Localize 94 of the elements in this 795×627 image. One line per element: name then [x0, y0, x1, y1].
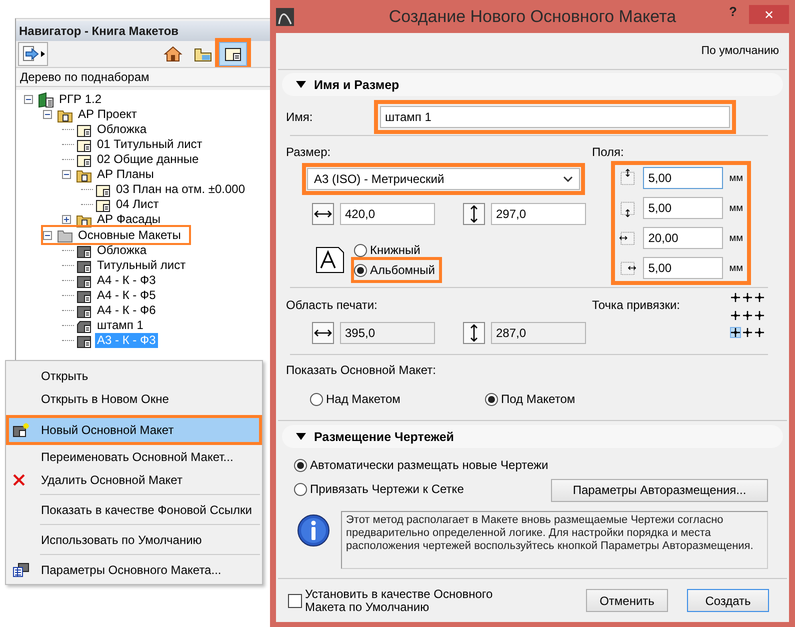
radio-checked-icon[interactable] [354, 264, 367, 276]
house-icon [163, 45, 183, 63]
unit-label: мм [729, 262, 743, 274]
anchor-point[interactable] [742, 292, 753, 303]
new-page-icon [12, 422, 30, 438]
width-field[interactable]: 420,0 [340, 203, 435, 225]
field-label: Имя: [286, 110, 314, 124]
menu-item[interactable]: Новый Основной Макет [6, 415, 262, 445]
anchor-point[interactable] [754, 327, 765, 338]
collapse-icon[interactable] [43, 230, 52, 240]
print-height-field[interactable]: 287,0 [491, 322, 586, 344]
collapse-icon[interactable] [43, 110, 52, 119]
menu-item[interactable]: Параметры Основного Макета... [6, 558, 262, 581]
anchor-point[interactable] [754, 292, 765, 303]
margin-field[interactable]: 20,00 [643, 227, 724, 249]
tree-item[interactable]: АР Проект [43, 106, 139, 122]
collapse-icon[interactable] [24, 95, 33, 104]
view-selector[interactable]: Дерево по поднаборам [16, 67, 270, 87]
field-label: Размер: [286, 146, 332, 159]
margin-field[interactable]: 5,00 [643, 167, 724, 189]
anchor-point[interactable] [730, 327, 741, 338]
radio-unchecked-icon[interactable] [294, 482, 307, 496]
radio-unchecked-icon[interactable] [310, 392, 323, 406]
radio-button[interactable]: Над Макетом [310, 389, 400, 409]
collapse-icon[interactable] [62, 170, 71, 179]
tree-item[interactable]: Обложка [62, 122, 149, 138]
menu-item[interactable]: Показать в качестве Фоновой Ссылки [6, 498, 262, 521]
menu-item[interactable]: Использовать по Умолчанию [6, 528, 262, 551]
autoplacement-settings-button[interactable]: Параметры Авторазмещения... [551, 478, 768, 502]
radio-button[interactable]: Привязать Чертежи к Сетке [294, 479, 464, 499]
help-button[interactable]: ? [729, 4, 737, 19]
panel-title: Навигатор - Книга Макетов [16, 21, 270, 41]
menu-item[interactable]: Удалить Основной Макет [6, 468, 262, 491]
defaults-link[interactable]: По умолчанию [701, 45, 779, 57]
radio-button[interactable]: Под Макетом [485, 389, 576, 409]
print-width-field[interactable]: 395,0 [340, 322, 435, 344]
checkbox-icon[interactable] [288, 594, 302, 608]
radio-checked-icon[interactable] [485, 392, 498, 406]
page-icon [12, 562, 30, 578]
cross-icon [12, 472, 26, 486]
margin-field[interactable]: 5,00 [643, 257, 724, 279]
tree-item[interactable]: 03 План на отм. ±0.000 [81, 182, 248, 198]
tree-item[interactable]: Титульный лист [62, 258, 188, 274]
unit-label: мм [729, 172, 743, 184]
height-field[interactable]: 297,0 [491, 203, 586, 225]
tree-item[interactable]: A4 - К - Ф3 [62, 272, 158, 288]
caret-icon [40, 51, 44, 57]
checkbox[interactable]: Установить в качестве Основного Макета по Умолчанию [288, 588, 505, 614]
tree-item[interactable]: штамп 1 [62, 318, 146, 334]
anchor-point[interactable] [742, 310, 753, 321]
field-label: Показать Основной Макет: [286, 364, 437, 377]
tree-item[interactable]: РГР 1.2 [24, 92, 104, 108]
tree-item[interactable]: Обложка [62, 242, 149, 258]
tree-item[interactable]: A4 - К - Ф5 [62, 288, 158, 304]
close-button[interactable]: ✕ [749, 5, 789, 24]
radio-button[interactable]: Автоматически размещать новые Чертежи [294, 455, 548, 475]
menu-item[interactable]: Переименовать Основной Макет... [6, 445, 262, 468]
tree-item[interactable]: 04 Лист [81, 196, 161, 212]
page-orientation-icon [315, 246, 345, 274]
unit-label: мм [729, 232, 743, 244]
dialog-button[interactable]: Отменить [586, 589, 668, 612]
menu-item[interactable]: Открыть [6, 364, 262, 387]
page-icon [223, 45, 243, 63]
info-text: Этот метод располагает в Макете вновь размещаемые Чертежи согласно предварительно определенной логике. Для настройки порядка и места расположения чертежей воспользуйтесь кнопкой Параметры Авторазмещения. [341, 511, 768, 569]
app-icon [276, 8, 294, 26]
tree-item[interactable]: АР Планы [62, 166, 156, 182]
dialog-button[interactable]: Создать [687, 589, 769, 612]
radio-button[interactable]: Альбомный [354, 260, 440, 280]
export-button[interactable] [18, 42, 48, 66]
page-arrow-icon [22, 45, 40, 63]
radio-checked-icon[interactable] [294, 458, 307, 472]
tree-item[interactable]: A4 - К - Ф6 [62, 302, 158, 318]
anchor-point[interactable] [754, 310, 765, 321]
tree-item[interactable]: 01 Титульный лист [62, 136, 204, 152]
anchor-point[interactable] [742, 327, 753, 338]
field-label: Точка привязки: [592, 299, 680, 314]
anchor-point[interactable] [730, 310, 741, 321]
field-label: Поля: [592, 146, 625, 159]
window-title: Создание Нового Основного Макета [388, 6, 676, 26]
expand-icon[interactable] [62, 215, 71, 224]
unit-label: мм [729, 202, 743, 214]
anchor-point[interactable] [730, 292, 741, 303]
tree-item[interactable]: 02 Общие данные [62, 152, 201, 168]
radio-unchecked-icon[interactable] [354, 244, 367, 256]
field-label: Область печати: [286, 299, 378, 312]
tree-item[interactable]: Основные Макеты [43, 227, 189, 243]
tree-item[interactable]: АР Фасады [62, 212, 162, 228]
info-icon [297, 514, 330, 547]
chevron-down-icon [563, 176, 573, 182]
section-header[interactable]: Размещение Чертежей [282, 425, 783, 448]
radio-button[interactable]: Книжный [354, 240, 420, 260]
menu-item[interactable]: Открыть в Новом Окне [6, 387, 262, 410]
margin-field[interactable]: 5,00 [643, 197, 724, 219]
section-header[interactable]: Имя и Размер [282, 73, 783, 96]
